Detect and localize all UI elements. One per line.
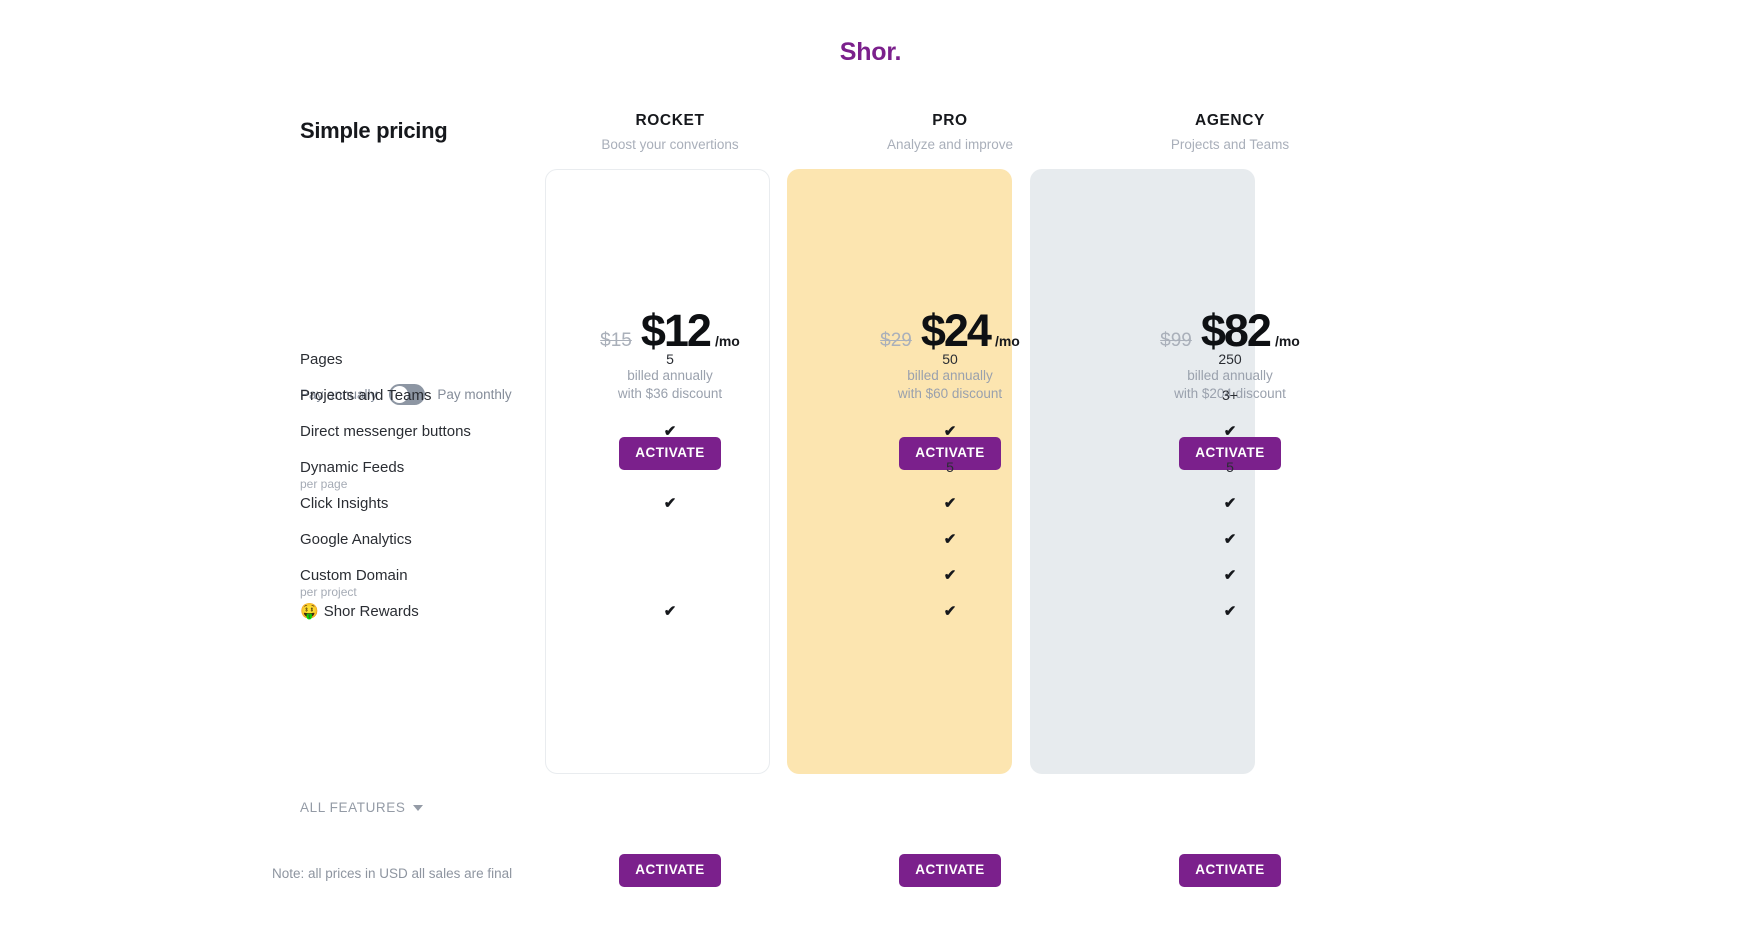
feature-value-pro: ✔ bbox=[943, 531, 957, 548]
feature-value-agency: 250 bbox=[1218, 351, 1242, 367]
feature-label-pages: Pages bbox=[300, 351, 545, 368]
plan-name-agency: AGENCY bbox=[1195, 112, 1265, 129]
plan-name-rocket: ROCKET bbox=[635, 112, 705, 129]
activate-button-pro-bottom[interactable]: ACTIVATE bbox=[899, 854, 1001, 887]
feature-name: Pages bbox=[300, 351, 343, 368]
plan-tagline-agency: Projects and Teams bbox=[1170, 137, 1290, 153]
feature-row: Pages 5 50 250 bbox=[300, 351, 1460, 387]
feature-row: Click Insights ✔ ✔ ✔ bbox=[300, 495, 1460, 531]
feature-row: Custom Domain per project ✔ ✔ bbox=[300, 567, 1460, 603]
feature-label-projects-and-teams: Projects and Teams bbox=[300, 387, 545, 404]
feature-value-pro: 5 bbox=[946, 459, 954, 475]
feature-value-pro: 50 bbox=[942, 351, 958, 367]
feature-name: Google Analytics bbox=[300, 531, 412, 548]
feature-label-google-analytics: Google Analytics bbox=[300, 531, 545, 548]
feature-name: Click Insights bbox=[300, 495, 389, 512]
feature-row: Direct messenger buttons ✔ ✔ ✔ bbox=[300, 423, 1460, 459]
activate-cell-pro-bottom: ACTIVATE bbox=[825, 854, 1075, 887]
feature-value-pro: ✔ bbox=[943, 567, 957, 584]
feature-value-rocket: ✔ bbox=[663, 495, 677, 512]
all-features-expander[interactable]: ALL FEATURES bbox=[300, 800, 424, 815]
activate-button-agency-bottom[interactable]: ACTIVATE bbox=[1179, 854, 1281, 887]
feature-value-agency: ✔ bbox=[1223, 423, 1237, 440]
plan-header-agency: AGENCY Projects and Teams bbox=[1105, 112, 1355, 153]
feature-label-direct-messenger-buttons: Direct messenger buttons bbox=[300, 423, 545, 440]
feature-name: Custom Domain bbox=[300, 567, 408, 584]
feature-row: Projects and Teams 3+ bbox=[300, 387, 1460, 423]
plan-name-pro: PRO bbox=[932, 112, 968, 129]
feature-value-rocket: 5 bbox=[666, 351, 674, 367]
feature-label-custom-domain: Custom Domain per project bbox=[300, 567, 545, 599]
feature-value-pro: ✔ bbox=[943, 603, 957, 620]
plan-header-row: Simple pricing ROCKET Boost your convert… bbox=[300, 112, 1460, 172]
feature-label-dynamic-feeds: Dynamic Feeds per page bbox=[300, 459, 545, 491]
plan-header-rocket: ROCKET Boost your convertions bbox=[545, 112, 795, 153]
feature-row: Google Analytics ✔ ✔ bbox=[300, 531, 1460, 567]
feature-subtext: per page bbox=[300, 477, 348, 492]
feature-value-agency: ✔ bbox=[1223, 495, 1237, 512]
pricing-grid: Simple pricing ROCKET Boost your convert… bbox=[300, 112, 1460, 887]
pricing-note: Note: all prices in USD all sales are fi… bbox=[272, 866, 513, 881]
feature-row: 🤑 Shor Rewards ✔ ✔ ✔ bbox=[300, 603, 1460, 639]
all-features-label[interactable]: ALL FEATURES bbox=[300, 800, 405, 815]
feature-value-rocket: ✔ bbox=[663, 603, 677, 620]
plan-tagline-pro: Analyze and improve bbox=[886, 137, 1014, 153]
activate-cell-rocket-bottom: ACTIVATE bbox=[545, 854, 795, 887]
pricing-page: Shor. Simple pricing ROCKET Boost your c… bbox=[0, 0, 1741, 940]
feature-row: Dynamic Feeds per page 5 5 bbox=[300, 459, 1460, 495]
feature-name: Projects and Teams bbox=[300, 387, 432, 404]
plan-tagline-rocket: Boost your convertions bbox=[601, 137, 739, 153]
activate-cell-agency-bottom: ACTIVATE bbox=[1105, 854, 1355, 887]
plan-header-pro: PRO Analyze and improve bbox=[825, 112, 1075, 153]
feature-value-rocket: ✔ bbox=[663, 423, 677, 440]
activate-button-rocket-bottom[interactable]: ACTIVATE bbox=[619, 854, 721, 887]
brand-logo: Shor. bbox=[839, 38, 902, 66]
money-face-icon: 🤑 bbox=[300, 603, 319, 620]
feature-value-pro: ✔ bbox=[943, 495, 957, 512]
feature-subtext: per project bbox=[300, 585, 357, 600]
feature-value-pro: ✔ bbox=[943, 423, 957, 440]
feature-name: Direct messenger buttons bbox=[300, 423, 471, 440]
chevron-down-icon[interactable] bbox=[413, 804, 424, 811]
feature-label-click-insights: Click Insights bbox=[300, 495, 545, 512]
feature-value-agency: 5 bbox=[1226, 459, 1234, 475]
feature-name: Shor Rewards bbox=[323, 603, 419, 620]
page-title: Simple pricing bbox=[300, 118, 448, 143]
feature-value-agency: ✔ bbox=[1223, 567, 1237, 584]
feature-value-agency: ✔ bbox=[1223, 603, 1237, 620]
feature-value-agency: ✔ bbox=[1223, 531, 1237, 548]
feature-value-agency: 3+ bbox=[1222, 387, 1238, 403]
feature-list: Pages 5 50 250 Projects and Teams 3+ Dir… bbox=[300, 351, 1460, 639]
page-title-cell: Simple pricing bbox=[300, 112, 545, 144]
feature-name: Dynamic Feeds bbox=[300, 459, 405, 476]
feature-label-shor-rewards: 🤑 Shor Rewards bbox=[300, 603, 545, 620]
